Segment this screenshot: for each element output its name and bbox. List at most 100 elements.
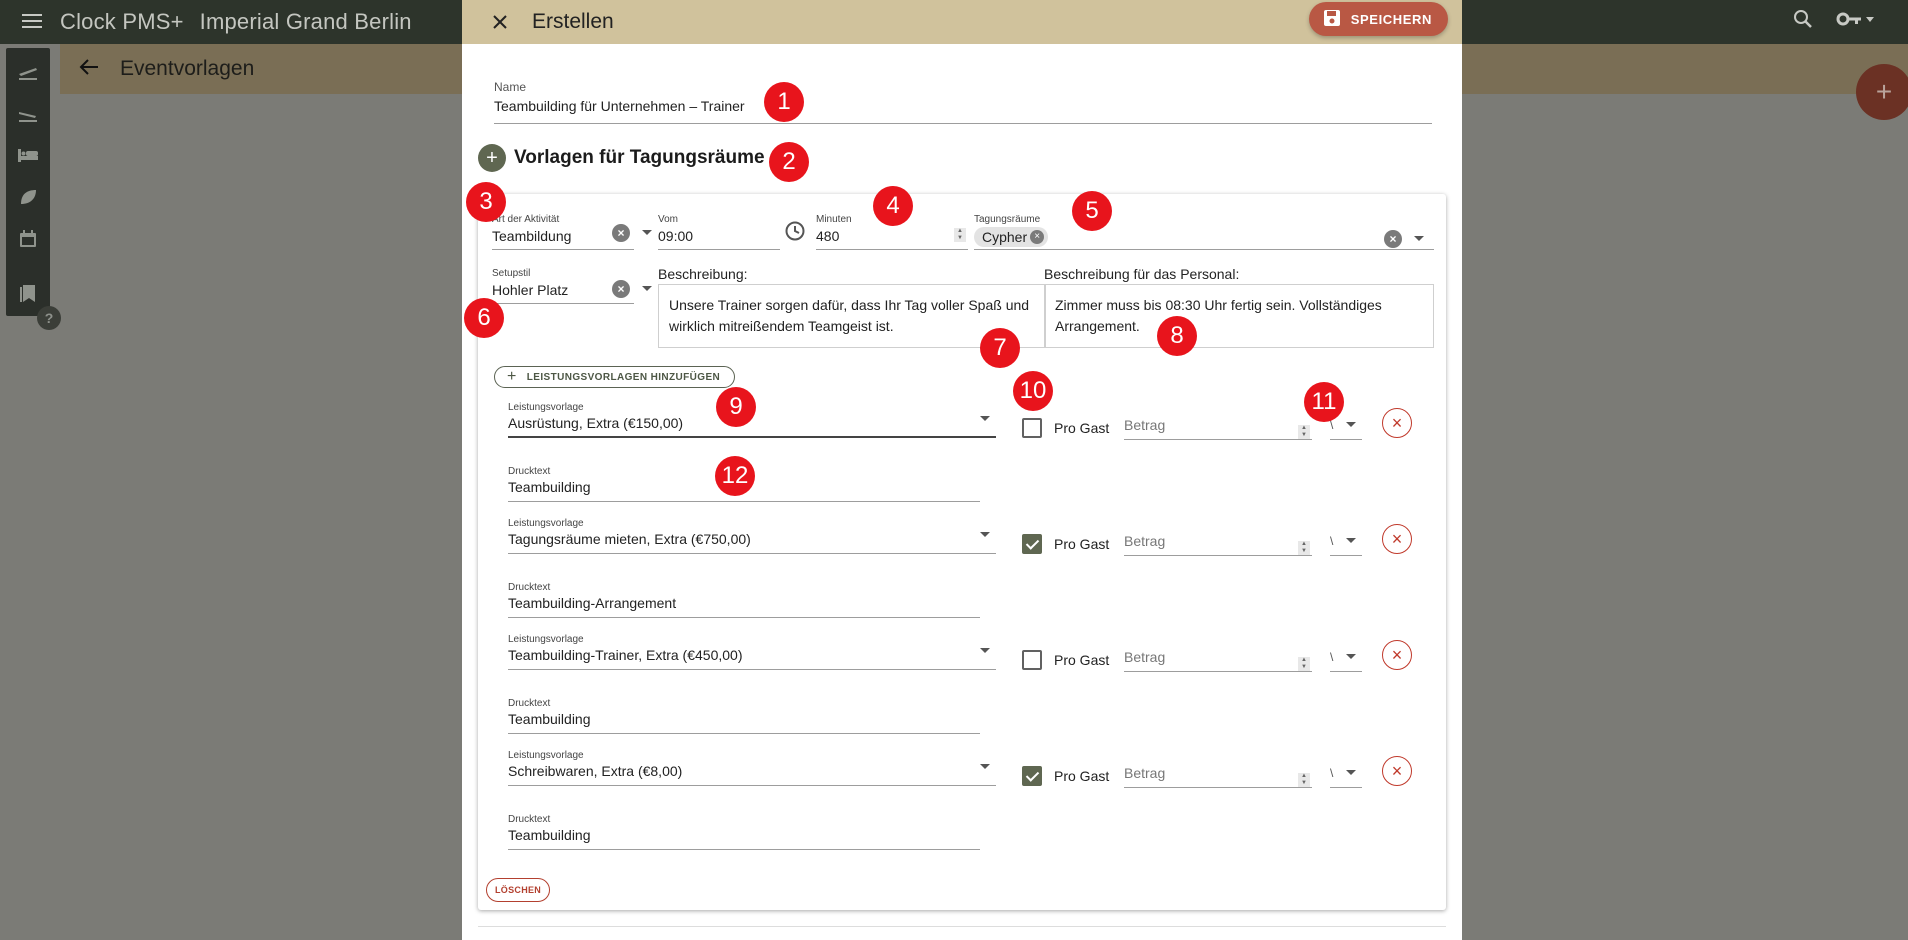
from-time-field[interactable]: Vom 09:00 [658,214,780,250]
hotel-name[interactable]: Imperial Grand Berlin [200,9,412,35]
unit-select[interactable]: \ [1330,524,1362,556]
per-guest-label: Pro Gast [1054,652,1110,668]
service-template-select[interactable]: Leistungsvorlage Tagungsräume mieten, Ext… [508,518,996,554]
chevron-down-icon[interactable] [642,286,652,291]
chip-remove-icon[interactable]: × [1030,230,1045,244]
clock-icon[interactable] [784,220,806,247]
add-template-button[interactable]: + [478,144,506,172]
menu-icon[interactable] [22,12,42,32]
per-guest-label: Pro Gast [1054,420,1110,436]
search-icon[interactable] [1792,8,1814,30]
bookmarks-icon[interactable] [15,278,41,308]
add-service-label: LEISTUNGSVORLAGEN HINZUFÜGEN [526,371,721,383]
service-row: Leistungsvorlage Teambuilding-Trainer, Ex… [478,634,1446,750]
activity-select[interactable]: Art der Aktivität Teambildung × [492,214,652,250]
marker-2: 2 [769,142,809,182]
amount-stepper[interactable]: ▲ ▼ [1298,773,1310,787]
setup-label: Setupstil [492,268,531,279]
marker-8: 8 [1157,316,1197,356]
remove-service-icon[interactable]: × [1382,524,1412,554]
key-icon[interactable] [1836,8,1876,30]
amount-input[interactable]: Betrag ▲ ▼ [1124,640,1312,672]
delete-button[interactable]: LÖSCHEN [486,878,551,902]
close-icon[interactable] [490,12,510,32]
calendar-icon[interactable] [15,224,41,254]
per-guest-checkbox[interactable] [1022,534,1042,554]
back-arrow-icon[interactable] [78,58,102,81]
print-text-field[interactable]: Drucktext Teambuilding [508,698,980,734]
chevron-down-icon[interactable] [980,416,990,421]
marker-11: 11 [1304,382,1344,422]
room-chip-label: Cypher [982,229,1028,245]
per-guest-checkbox[interactable] [1022,650,1042,670]
remove-service-icon[interactable]: × [1382,640,1412,670]
per-guest-checkbox[interactable] [1022,766,1042,786]
marker-1: 1 [764,82,804,122]
rooms-label: Tagungsräume [974,214,1041,225]
divider [478,926,1446,927]
section-heading: + Vorlagen für Tagungsräume [478,144,765,172]
service-template-select[interactable]: Leistungsvorlage Teambuilding-Trainer, Ex… [508,634,996,670]
chevron-down-icon[interactable] [980,532,990,537]
marker-10: 10 [1013,371,1053,411]
clear-activity-icon[interactable]: × [612,224,630,242]
print-text-field[interactable]: Drucktext Teambuilding-Arrangement [508,582,980,618]
chevron-down-icon[interactable] [980,764,990,769]
service-row: Leistungsvorlage Schreibwaren, Extra (€8,… [478,750,1446,866]
add-fab-button[interactable]: + [1856,64,1908,120]
staff-description-textarea[interactable]: Zimmer muss bis 08:30 Uhr fertig sein. V… [1044,284,1434,348]
service-template-value: Teambuilding-Trainer, Extra (€450,00) [508,647,743,663]
add-service-templates-button[interactable]: + LEISTUNGSVORLAGEN HINZUFÜGEN [494,366,736,388]
help-icon[interactable]: ? [37,306,61,330]
chevron-down-icon[interactable] [980,648,990,653]
print-text-label: Drucktext [508,698,551,709]
remove-service-icon[interactable]: × [1382,756,1412,786]
name-field[interactable]: Name Teambuilding für Unternehmen – Trai… [494,80,1432,124]
unit-value: \ [1330,534,1334,548]
minutes-stepper[interactable]: ▲ ▼ [954,228,966,242]
service-template-select[interactable]: Leistungsvorlage Schreibwaren, Extra (€8,… [508,750,996,786]
chevron-down-icon[interactable] [1346,654,1356,659]
bed-icon[interactable] [15,140,41,170]
from-value: 09:00 [658,228,694,244]
amount-placeholder: Betrag [1124,533,1166,549]
minutes-value: 480 [816,228,840,244]
setup-select[interactable]: Setupstil Hohler Platz × [492,268,652,304]
unit-value: \ [1330,766,1334,780]
save-icon [1323,9,1341,30]
from-label: Vom [658,214,679,225]
print-text-field[interactable]: Drucktext Teambuilding [508,814,980,850]
leaf-icon[interactable] [15,182,41,212]
unit-select[interactable]: \ [1330,640,1362,672]
amount-stepper[interactable]: ▲ ▼ [1298,425,1310,439]
marker-12: 12 [715,456,755,496]
create-dialog: Erstellen SPEICHERN Name Teambuilding fü… [462,0,1462,940]
save-button[interactable]: SPEICHERN [1308,2,1448,36]
rooms-select[interactable]: Tagungsräume Cypher × × [974,214,1434,250]
service-row: Leistungsvorlage Tagungsräume mieten, Ext… [478,518,1446,634]
unit-select[interactable]: \ [1330,756,1362,788]
marker-9: 9 [716,387,756,427]
amount-input[interactable]: Betrag ▲ ▼ [1124,756,1312,788]
room-chip[interactable]: Cypher × [974,227,1049,247]
amount-input[interactable]: Betrag ▲ ▼ [1124,524,1312,556]
arrivals-icon[interactable] [15,56,41,86]
chevron-down-icon[interactable] [1346,422,1356,427]
service-template-label: Leistungsvorlage [508,750,584,761]
plus-icon: + [507,368,517,385]
amount-stepper[interactable]: ▲ ▼ [1298,541,1310,555]
amount-input[interactable]: Betrag ▲ ▼ [1124,408,1312,440]
chevron-down-icon[interactable] [1414,236,1424,241]
clear-rooms-icon[interactable]: × [1384,230,1402,248]
chevron-down-icon[interactable] [642,230,652,235]
clear-setup-icon[interactable]: × [612,280,630,298]
per-guest-checkbox[interactable] [1022,418,1042,438]
print-text-label: Drucktext [508,582,551,593]
chevron-down-icon[interactable] [1346,538,1356,543]
departures-icon[interactable] [15,98,41,128]
marker-4: 4 [873,186,913,226]
chevron-down-icon[interactable] [1346,770,1356,775]
save-label: SPEICHERN [1350,11,1432,27]
amount-stepper[interactable]: ▲ ▼ [1298,657,1310,671]
remove-service-icon[interactable]: × [1382,408,1412,438]
